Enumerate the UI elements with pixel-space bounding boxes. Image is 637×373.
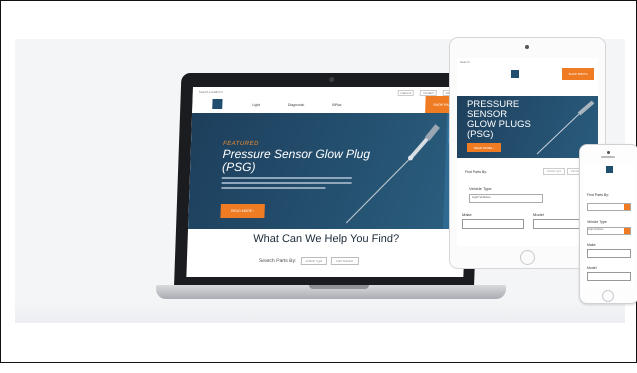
image-frame: Search Location ▾ Careers Contact Distri… <box>0 0 637 363</box>
brand-logo[interactable] <box>212 99 223 109</box>
make-label: Make <box>462 212 472 217</box>
laptop-device: Search Location ▾ Careers Contact Distri… <box>156 73 506 373</box>
chevron-down-icon <box>624 228 630 234</box>
make-label: Make <box>587 243 596 247</box>
model-label: Model <box>587 266 597 270</box>
chevron-down-icon <box>624 204 630 210</box>
camera-icon <box>525 45 529 49</box>
laptop-screen: Search Location ▾ Careers Contact Distri… <box>186 87 470 277</box>
camera-icon <box>607 151 610 154</box>
tablet-header: Search <box>457 58 598 66</box>
laptop-hinge <box>309 285 369 289</box>
nav-item[interactable]: Light <box>252 103 260 107</box>
search-chip[interactable]: Part Number <box>331 257 359 265</box>
read-more-button[interactable]: READ MORE › <box>220 204 265 218</box>
laptop-lid: Search Location ▾ Careers Contact Distri… <box>174 73 482 287</box>
tablet-search-label[interactable]: Search <box>460 60 470 64</box>
vehicle-type-select[interactable]: Light Vehicles <box>469 194 543 203</box>
find-parts-label: Find Parts By: <box>587 193 609 197</box>
nav-item[interactable]: BPlus <box>332 103 341 107</box>
hero-description <box>221 177 352 195</box>
main-nav: Light Diagnostic BPlus SHOP PARTS <box>192 96 470 114</box>
make-input[interactable] <box>462 219 524 229</box>
model-label: Model <box>533 212 544 217</box>
hero-title: Pressure Sensor Glow Plug (PSG) <box>221 147 371 174</box>
phone-device: Find Parts By: Vehicle Type Light Vehicl… <box>579 144 637 304</box>
vehicle-type-select[interactable]: Light Vehicles <box>587 227 631 235</box>
read-more-button[interactable]: READ MORE › <box>467 143 501 152</box>
vehicle-type-label: Vehicle Type <box>587 220 607 224</box>
search-by-row: Search Parts By: Vehicle Type Part Numbe… <box>259 257 359 265</box>
hero-banner: FEATURED Pressure Sensor Glow Plug (PSG)… <box>188 113 470 229</box>
search-chip[interactable]: Vehicle Type <box>300 257 328 265</box>
brand-logo[interactable] <box>511 70 519 78</box>
find-parts-label: Find Parts By: <box>465 170 487 174</box>
vehicle-select-value: Light Vehicles <box>588 228 604 231</box>
hero-title: PRESSURE SENSOR GLOW PLUGS (PSG) <box>467 99 531 140</box>
location-selector[interactable]: Search Location ▾ <box>199 90 223 94</box>
utility-bar: Search Location ▾ Careers Contact Distri… <box>192 87 470 96</box>
search-select[interactable] <box>587 203 631 211</box>
tablet-screen: Search SHOP PARTS PRESSURE SENSOR GLOW P… <box>457 58 598 246</box>
home-button <box>520 250 535 265</box>
section-heading: What Can We Help You Find? <box>252 233 400 245</box>
search-by-label: Search Parts By: <box>258 258 297 264</box>
make-input[interactable] <box>587 249 631 258</box>
glow-plug-image <box>345 124 440 224</box>
vehicle-type-label: Vehicle Type <box>469 186 492 191</box>
tab-vehicle-type[interactable]: Vehicle Type <box>543 168 566 175</box>
phone-screen: Find Parts By: Vehicle Type Light Vehicl… <box>584 163 634 287</box>
camera-icon <box>329 77 335 82</box>
model-input[interactable] <box>587 272 631 281</box>
home-button <box>602 290 614 302</box>
speaker-grille <box>601 156 615 158</box>
brand-logo[interactable] <box>606 166 613 173</box>
nav-links: Light Diagnostic BPlus <box>252 103 341 107</box>
nav-item[interactable]: Diagnostic <box>288 103 304 107</box>
shop-parts-button[interactable]: SHOP PARTS <box>562 68 594 80</box>
